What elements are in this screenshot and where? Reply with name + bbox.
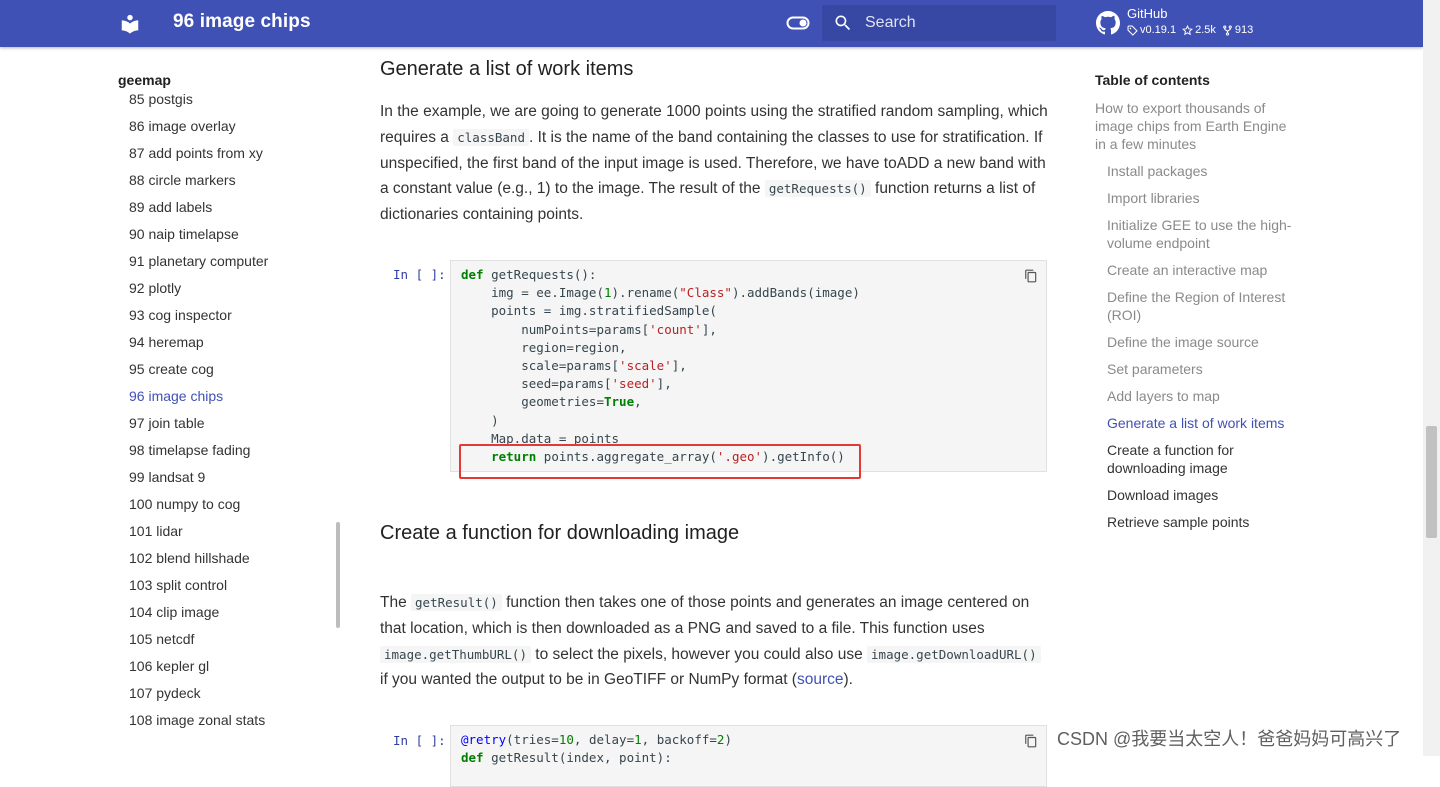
para-text: to select the pixels, however you could … <box>531 645 868 663</box>
section-heading-download-function: Create a function for downloading image <box>380 522 740 544</box>
toc-item[interactable]: Download images <box>1107 486 1295 504</box>
toc-item[interactable]: Add layers to map <box>1107 387 1295 405</box>
code-line: scale=params['scale'], <box>461 358 687 373</box>
code-line: def getRequests(): <box>461 267 597 282</box>
repo-version-text: v0.19.1 <box>1140 24 1177 36</box>
top-header-bar: 96 image chips Search GitHub v0.19.1 2.5… <box>0 0 1423 47</box>
nav-item[interactable]: 85 postgis <box>129 90 268 117</box>
para-text: if you wanted the output to be in GeoTIF… <box>380 671 797 689</box>
nav-item[interactable]: 93 cog inspector <box>129 306 268 333</box>
page-scrollbar-thumb[interactable] <box>1426 426 1437 538</box>
repo-forks-text: 913 <box>1234 24 1254 36</box>
toc-item[interactable]: Define the image source <box>1107 333 1295 351</box>
para-text: The <box>380 594 412 611</box>
nav-item[interactable]: 94 heremap <box>129 333 268 360</box>
cell-prompt: In [ ]: <box>393 267 446 282</box>
code-line: def getResult(index, point): <box>461 750 672 766</box>
nav-item[interactable]: 88 circle markers <box>129 171 268 198</box>
code-line: geometries=True, <box>461 394 642 410</box>
site-title[interactable]: 96 image chips <box>173 11 311 33</box>
github-icon <box>1096 11 1120 35</box>
watermark: CSDN @我要当太空人！爸爸妈妈可高兴了 <box>1057 729 1402 749</box>
toc-item[interactable]: Install packages <box>1107 162 1295 180</box>
code-cell[interactable]: def getRequests(): img = ee.Image(1).ren… <box>450 260 1047 472</box>
toc-item[interactable]: Import libraries <box>1107 189 1295 207</box>
inline-code-getthumburl: image.getThumbURL() <box>380 645 531 663</box>
repo-name: GitHub <box>1127 6 1168 21</box>
book-logo-icon[interactable] <box>119 13 141 35</box>
code-line: img = ee.Image(1).rename("Class").addBan… <box>461 285 860 301</box>
nav-item[interactable]: 99 landsat 9 <box>129 468 268 495</box>
repo-forks: 913 <box>1222 24 1253 36</box>
cell-prompt: In [ ]: <box>393 733 446 748</box>
inline-code-getresult: getResult() <box>411 594 502 611</box>
nav-item[interactable]: 107 pydeck <box>129 684 268 711</box>
nav-item[interactable]: 100 numpy to cog <box>129 495 268 522</box>
toc-item[interactable]: How to export thousands of image chips f… <box>1095 99 1295 153</box>
nav-item[interactable]: 105 netcdf <box>129 630 268 657</box>
github-repo-link[interactable]: GitHub v0.19.1 2.5k 913 <box>1096 5 1296 43</box>
inline-code-getrequests: getRequests() <box>764 180 871 198</box>
search-input[interactable]: Search <box>822 5 1056 41</box>
toc-item[interactable]: Define the Region of Interest (ROI) <box>1107 288 1295 324</box>
code-cell[interactable]: @retry(tries=10, delay=1, backoff=2) def … <box>450 725 1047 787</box>
repo-facts: v0.19.1 2.5k 913 <box>1127 24 1259 36</box>
nav-item[interactable]: 95 create cog <box>129 360 268 387</box>
code-line: ) <box>461 412 499 428</box>
section2-paragraph: The getResult() function then takes one … <box>380 590 1050 693</box>
toc-item[interactable]: Create an interactive map <box>1107 261 1295 279</box>
code-line: points = img.stratifiedSample( <box>461 303 717 319</box>
nav-scrollbar[interactable] <box>336 522 340 628</box>
repo-version: v0.19.1 <box>1127 24 1176 36</box>
nav-item[interactable]: 103 split control <box>129 576 268 603</box>
left-navigation: geemap 85 postgis 86 image overlay 87 add … <box>118 70 348 760</box>
nav-item[interactable]: 102 blend hillshade <box>129 549 268 576</box>
nav-list: 85 postgis 86 image overlay 87 add points … <box>129 90 268 738</box>
nav-item[interactable]: 92 plotly <box>129 279 268 306</box>
nav-item[interactable]: 108 image zonal stats <box>129 711 268 738</box>
repo-stars-text: 2.5k <box>1195 24 1216 36</box>
nav-item[interactable]: 106 kepler gl <box>129 657 268 684</box>
nav-item[interactable]: 96 image chips <box>129 387 268 414</box>
toc-item[interactable]: Retrieve sample points <box>1107 513 1295 531</box>
repo-stars: 2.5k <box>1182 24 1216 36</box>
nav-title[interactable]: geemap <box>118 72 171 88</box>
toc-item[interactable]: Generate a list of work items <box>1107 414 1295 432</box>
star-icon <box>1182 24 1194 35</box>
section-heading-work-items: Generate a list of work items <box>380 58 634 80</box>
code-line: region=region, <box>461 339 627 355</box>
nav-item[interactable]: 87 add points from xy <box>129 144 268 171</box>
code-line: seed=params['seed'], <box>461 376 672 392</box>
nav-item[interactable]: 91 planetary computer <box>129 252 268 279</box>
tag-icon <box>1127 25 1138 36</box>
inline-code-getdownloadurl: image.getDownloadURL() <box>867 645 1041 663</box>
nav-item[interactable]: 101 lidar <box>129 522 268 549</box>
nav-item[interactable]: 98 timelapse fading <box>129 441 268 468</box>
code-line: numPoints=params['count'], <box>461 321 717 337</box>
code-line: @retry(tries=10, delay=1, backoff=2) <box>461 732 732 747</box>
nav-item[interactable]: 104 clip image <box>129 603 268 630</box>
search-placeholder: Search <box>865 14 916 31</box>
page-scrollbar-track[interactable] <box>1423 0 1440 756</box>
toc-title: Table of contents <box>1095 72 1210 88</box>
dark-mode-toggle-icon[interactable] <box>786 14 810 32</box>
toc-item[interactable]: Set parameters <box>1107 360 1295 378</box>
toc-item[interactable]: Create a function for downloading image <box>1107 441 1295 477</box>
fork-icon <box>1223 25 1232 35</box>
copy-icon[interactable] <box>1024 734 1038 748</box>
inline-code-classband: classBand <box>453 128 529 146</box>
section1-paragraph: In the example, we are going to generate… <box>380 99 1050 228</box>
highlight-annotation-box <box>459 444 861 479</box>
nav-item[interactable]: 89 add labels <box>129 198 268 225</box>
search-icon <box>835 15 851 31</box>
nav-item[interactable]: 86 image overlay <box>129 117 268 144</box>
nav-item[interactable]: 97 join table <box>129 414 268 441</box>
para-text: ). <box>843 671 853 689</box>
toc-item[interactable]: Initialize GEE to use the high-volume en… <box>1107 216 1295 252</box>
nav-item[interactable]: 90 naip timelapse <box>129 225 268 252</box>
source-link[interactable]: source <box>797 671 844 688</box>
copy-icon[interactable] <box>1024 269 1038 283</box>
